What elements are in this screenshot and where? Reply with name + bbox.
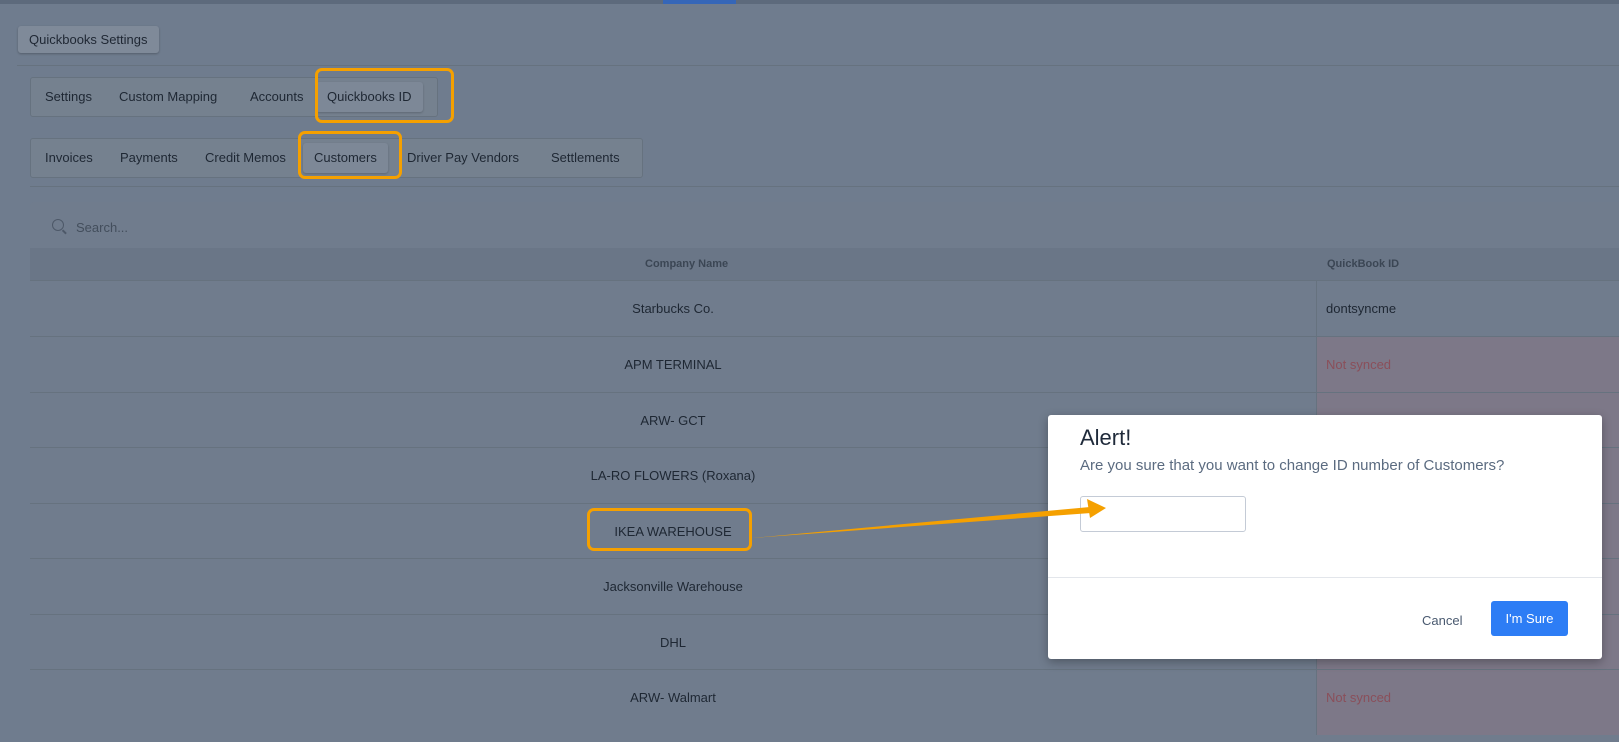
dialog-message: Are you sure that you want to change ID … — [1080, 457, 1505, 474]
tab-payments[interactable]: Payments — [120, 139, 178, 177]
top-progress-line — [0, 0, 1619, 4]
dialog-title: Alert! — [1080, 425, 1132, 450]
table-row[interactable]: APM TERMINAL Not synced — [30, 336, 1619, 393]
search-bar — [30, 205, 1619, 247]
dialog-divider — [1048, 577, 1602, 578]
divider — [17, 65, 1619, 66]
cancel-button[interactable]: Cancel — [1414, 604, 1470, 638]
settings-title-tab[interactable]: Quickbooks Settings — [18, 26, 159, 53]
divider — [30, 186, 1619, 187]
quickbook-id-cell[interactable]: Not synced — [1316, 337, 1619, 393]
company-name-cell: ARW- Walmart — [630, 690, 716, 705]
search-input[interactable] — [74, 214, 478, 240]
tab-custom-mapping[interactable]: Custom Mapping — [119, 78, 217, 116]
tab-settlements[interactable]: Settlements — [551, 139, 620, 177]
column-header-company-name[interactable]: Company Name — [645, 248, 728, 280]
tab-accounts[interactable]: Accounts — [250, 78, 303, 116]
company-name-cell: Starbucks Co. — [632, 301, 714, 316]
tab-invoices[interactable]: Invoices — [45, 139, 93, 177]
table-row[interactable]: Starbucks Co. dontsyncme — [30, 280, 1619, 337]
quickbook-id-input[interactable] — [1080, 496, 1246, 532]
table-header: Company Name QuickBook ID — [30, 248, 1619, 280]
tab-settings[interactable]: Settings — [45, 78, 92, 116]
highlight-box — [315, 68, 454, 123]
tab-credit-memos[interactable]: Credit Memos — [205, 139, 286, 177]
company-name-cell: APM TERMINAL — [624, 357, 722, 372]
confirm-button[interactable]: I'm Sure — [1491, 601, 1568, 636]
table-row[interactable]: ARW- Walmart Not synced — [30, 669, 1619, 735]
column-header-quickbook-id[interactable]: QuickBook ID — [1327, 248, 1399, 280]
tab-driver-pay-vendors[interactable]: Driver Pay Vendors — [407, 139, 519, 177]
top-active-indicator — [663, 0, 736, 4]
highlight-box — [587, 508, 752, 551]
highlight-box — [298, 131, 402, 179]
alert-dialog: Alert! Are you sure that you want to cha… — [1048, 415, 1602, 659]
quickbook-id-cell[interactable]: dontsyncme — [1316, 281, 1619, 337]
quickbook-id-cell[interactable]: Not synced — [1316, 670, 1619, 735]
search-icon — [52, 219, 64, 231]
